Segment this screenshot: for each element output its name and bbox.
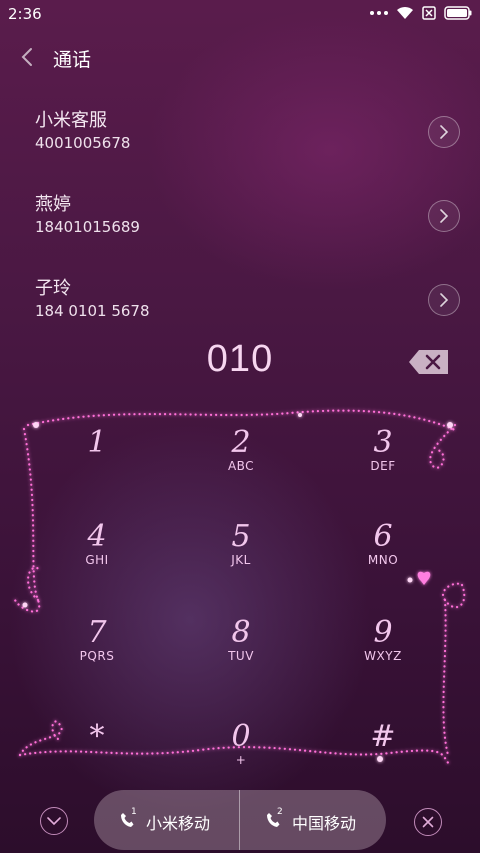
close-icon (422, 816, 434, 828)
key-letters: ABC (227, 459, 255, 473)
page-title: 通话 (53, 49, 92, 71)
header: 通话 (0, 40, 480, 76)
status-bar: 2:36 (0, 0, 480, 28)
key-digit: 3 (373, 425, 393, 460)
no-sim-icon (422, 6, 436, 20)
key-4[interactable]: 4 GHI (42, 522, 152, 592)
sim1-label: 小米移动 (146, 814, 211, 833)
chevron-down-icon (47, 817, 61, 826)
key-digit: 4 (87, 519, 107, 554)
key-digit: 8 (231, 615, 251, 650)
key-5[interactable]: 5 JKL (186, 522, 296, 592)
key-0[interactable]: 0 + (186, 722, 296, 792)
chevron-left-icon (21, 48, 32, 66)
status-icons (370, 6, 472, 20)
sim-slot-number: 1 (131, 807, 137, 817)
sim-call-buttons: 1 小米移动 2 中国移动 (94, 790, 386, 850)
call-sim2-button[interactable]: 2 中国移动 (240, 790, 385, 850)
more-dots-icon (370, 11, 388, 15)
contact-number: 18401015689 (35, 218, 140, 236)
contact-name: 子玲 (35, 278, 71, 299)
collapse-keypad-button[interactable] (40, 807, 68, 835)
key-digit: 7 (87, 615, 107, 650)
key-letters: TUV (228, 649, 254, 663)
back-button[interactable] (18, 42, 38, 72)
key-1[interactable]: 1 (42, 428, 152, 498)
battery-icon (444, 6, 472, 20)
contact-detail-button[interactable] (428, 116, 460, 148)
key-letters: MNO (367, 553, 399, 567)
chevron-right-icon (440, 209, 449, 223)
key-9[interactable]: 9 WXYZ (328, 618, 438, 688)
key-letters: JKL (231, 553, 251, 567)
contact-item[interactable]: 小米客服 4001005678 (0, 106, 480, 176)
key-2[interactable]: 2 ABC (186, 428, 296, 498)
contact-name: 小米客服 (35, 110, 107, 131)
key-letters: DEF (370, 459, 396, 473)
contact-number: 184 0101 5678 (35, 302, 150, 320)
key-letters: PQRS (79, 649, 115, 663)
sim2-label: 中国移动 (292, 814, 357, 833)
key-digit: 5 (231, 519, 251, 554)
key-digit: # (370, 719, 396, 754)
contact-item[interactable]: 燕婷 18401015689 (0, 190, 480, 260)
key-hash[interactable]: # (328, 722, 438, 792)
key-letters: + (235, 753, 247, 767)
contact-detail-button[interactable] (428, 200, 460, 232)
call-sim1-button[interactable]: 1 小米移动 (94, 790, 239, 850)
contact-name: 燕婷 (35, 194, 71, 215)
backspace-icon (409, 350, 448, 374)
contact-detail-button[interactable] (428, 284, 460, 316)
close-dialer-button[interactable] (414, 808, 442, 836)
key-digit: 6 (373, 519, 393, 554)
key-digit: 2 (231, 425, 251, 460)
key-digit: 0 (231, 719, 251, 754)
sim-slot-number: 2 (277, 807, 283, 817)
key-6[interactable]: 6 MNO (328, 522, 438, 592)
key-digit: 9 (373, 615, 393, 650)
backspace-button[interactable] (407, 348, 451, 376)
key-star[interactable]: * (42, 722, 152, 792)
chevron-right-icon (440, 293, 449, 307)
contact-item[interactable]: 子玲 184 0101 5678 (0, 274, 480, 344)
chevron-right-icon (440, 125, 449, 139)
key-letters: GHI (85, 553, 109, 567)
status-time: 2:36 (8, 5, 42, 23)
key-letters: WXYZ (364, 649, 402, 663)
key-8[interactable]: 8 TUV (186, 618, 296, 688)
key-3[interactable]: 3 DEF (328, 428, 438, 498)
contact-number: 4001005678 (35, 134, 131, 152)
wifi-icon (397, 6, 413, 19)
bottom-bar: 1 小米移动 2 中国移动 (0, 790, 480, 853)
key-digit: * (89, 719, 105, 754)
key-7[interactable]: 7 PQRS (42, 618, 152, 688)
key-digit: 1 (87, 425, 107, 460)
